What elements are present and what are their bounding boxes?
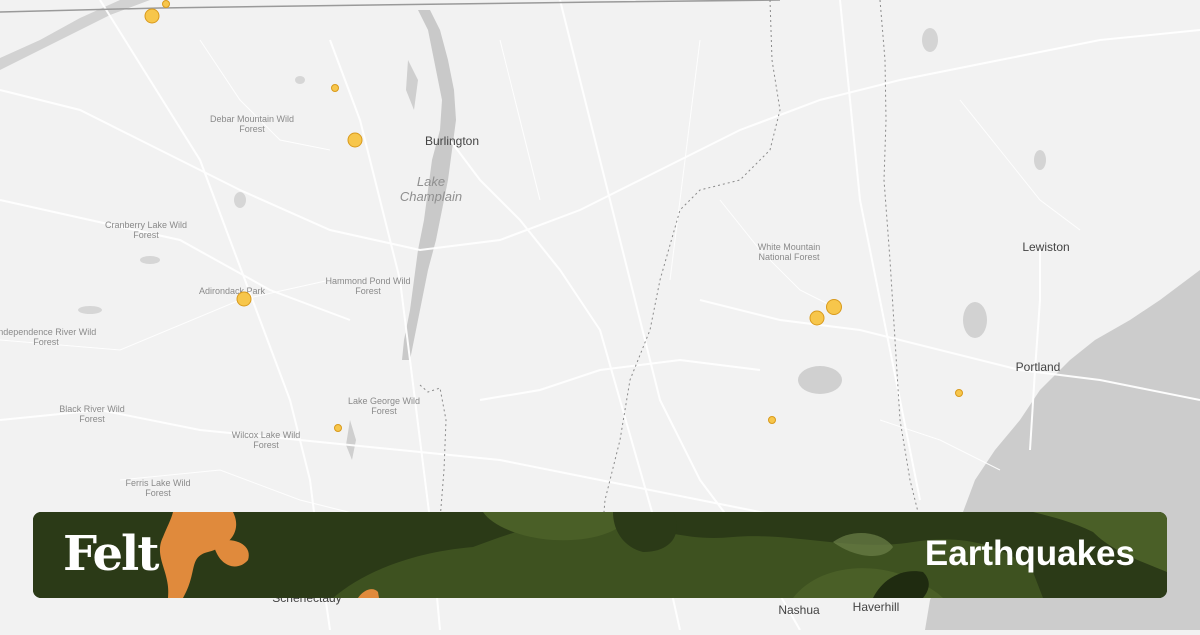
city-label-burlington: Burlington: [424, 134, 480, 148]
title-banner: Felt Earthquakes: [33, 512, 1167, 598]
city-label-lewiston: Lewiston: [1022, 240, 1070, 254]
earthquake-marker[interactable]: [955, 389, 963, 397]
city-label-portland: Portland: [1015, 360, 1061, 374]
earthquake-marker[interactable]: [809, 310, 825, 326]
city-label-nashua: Nashua: [778, 603, 820, 617]
lake-label-champlain: Lake Champlain: [399, 174, 463, 204]
region-label-black-river: Black River Wild Forest: [59, 404, 125, 424]
earthquake-marker[interactable]: [334, 424, 342, 432]
region-label-white-mountain: White Mountain National Forest: [757, 242, 821, 262]
earthquake-marker[interactable]: [331, 84, 339, 92]
earthquake-marker[interactable]: [162, 0, 170, 8]
city-label-haverhill: Haverhill: [852, 600, 900, 614]
earthquake-marker[interactable]: [347, 132, 363, 148]
earthquake-marker[interactable]: [236, 291, 252, 307]
banner-title: Earthquakes: [924, 534, 1135, 573]
felt-logo: Felt: [63, 526, 159, 582]
region-label-adirondack-park: Adirondack Park: [198, 286, 266, 296]
earthquake-marker[interactable]: [768, 416, 776, 424]
region-label-debar-mountain: Debar Mountain Wild Forest: [209, 114, 295, 134]
region-label-cranberry-lake: Cranberry Lake Wild Forest: [104, 220, 188, 240]
earthquake-marker[interactable]: [144, 8, 160, 24]
earthquake-marker[interactable]: [826, 299, 842, 315]
region-label-hammond-pond: Hammond Pond Wild Forest: [325, 276, 411, 296]
region-label-lake-george: Lake George Wild Forest: [347, 396, 421, 416]
region-label-wilcox-lake: Wilcox Lake Wild Forest: [231, 430, 301, 450]
region-label-ferris-lake: Ferris Lake Wild Forest: [125, 478, 191, 498]
region-label-independence-river: Independence River Wild Forest: [0, 327, 97, 347]
